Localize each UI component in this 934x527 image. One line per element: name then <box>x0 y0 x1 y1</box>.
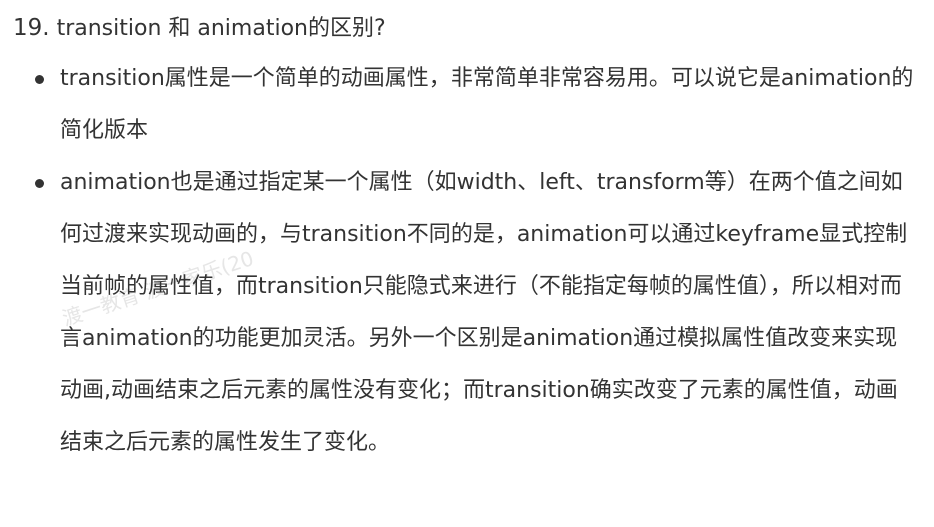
list-item: animation也是通过指定某一个属性（如width、left、transfo… <box>0 157 934 469</box>
section-heading: 19. transition 和 animation的区别? <box>13 8 386 49</box>
bullet-dot-icon <box>35 75 44 84</box>
list-item-text: animation也是通过指定某一个属性（如width、left、transfo… <box>60 170 908 455</box>
heading-text: transition 和 animation的区别? <box>56 16 386 41</box>
list-item: transition属性是一个简单的动画属性，非常简单非常容易用。可以说它是an… <box>0 53 934 157</box>
bullet-dot-icon <box>35 179 44 188</box>
bullet-list: transition属性是一个简单的动画属性，非常简单非常容易用。可以说它是an… <box>0 53 934 469</box>
document-page: 渡一教育 渡一家乐(20 19. transition 和 animation的… <box>0 0 934 527</box>
list-item-text: transition属性是一个简单的动画属性，非常简单非常容易用。可以说它是an… <box>60 66 914 143</box>
heading-number: 19. <box>13 15 50 41</box>
